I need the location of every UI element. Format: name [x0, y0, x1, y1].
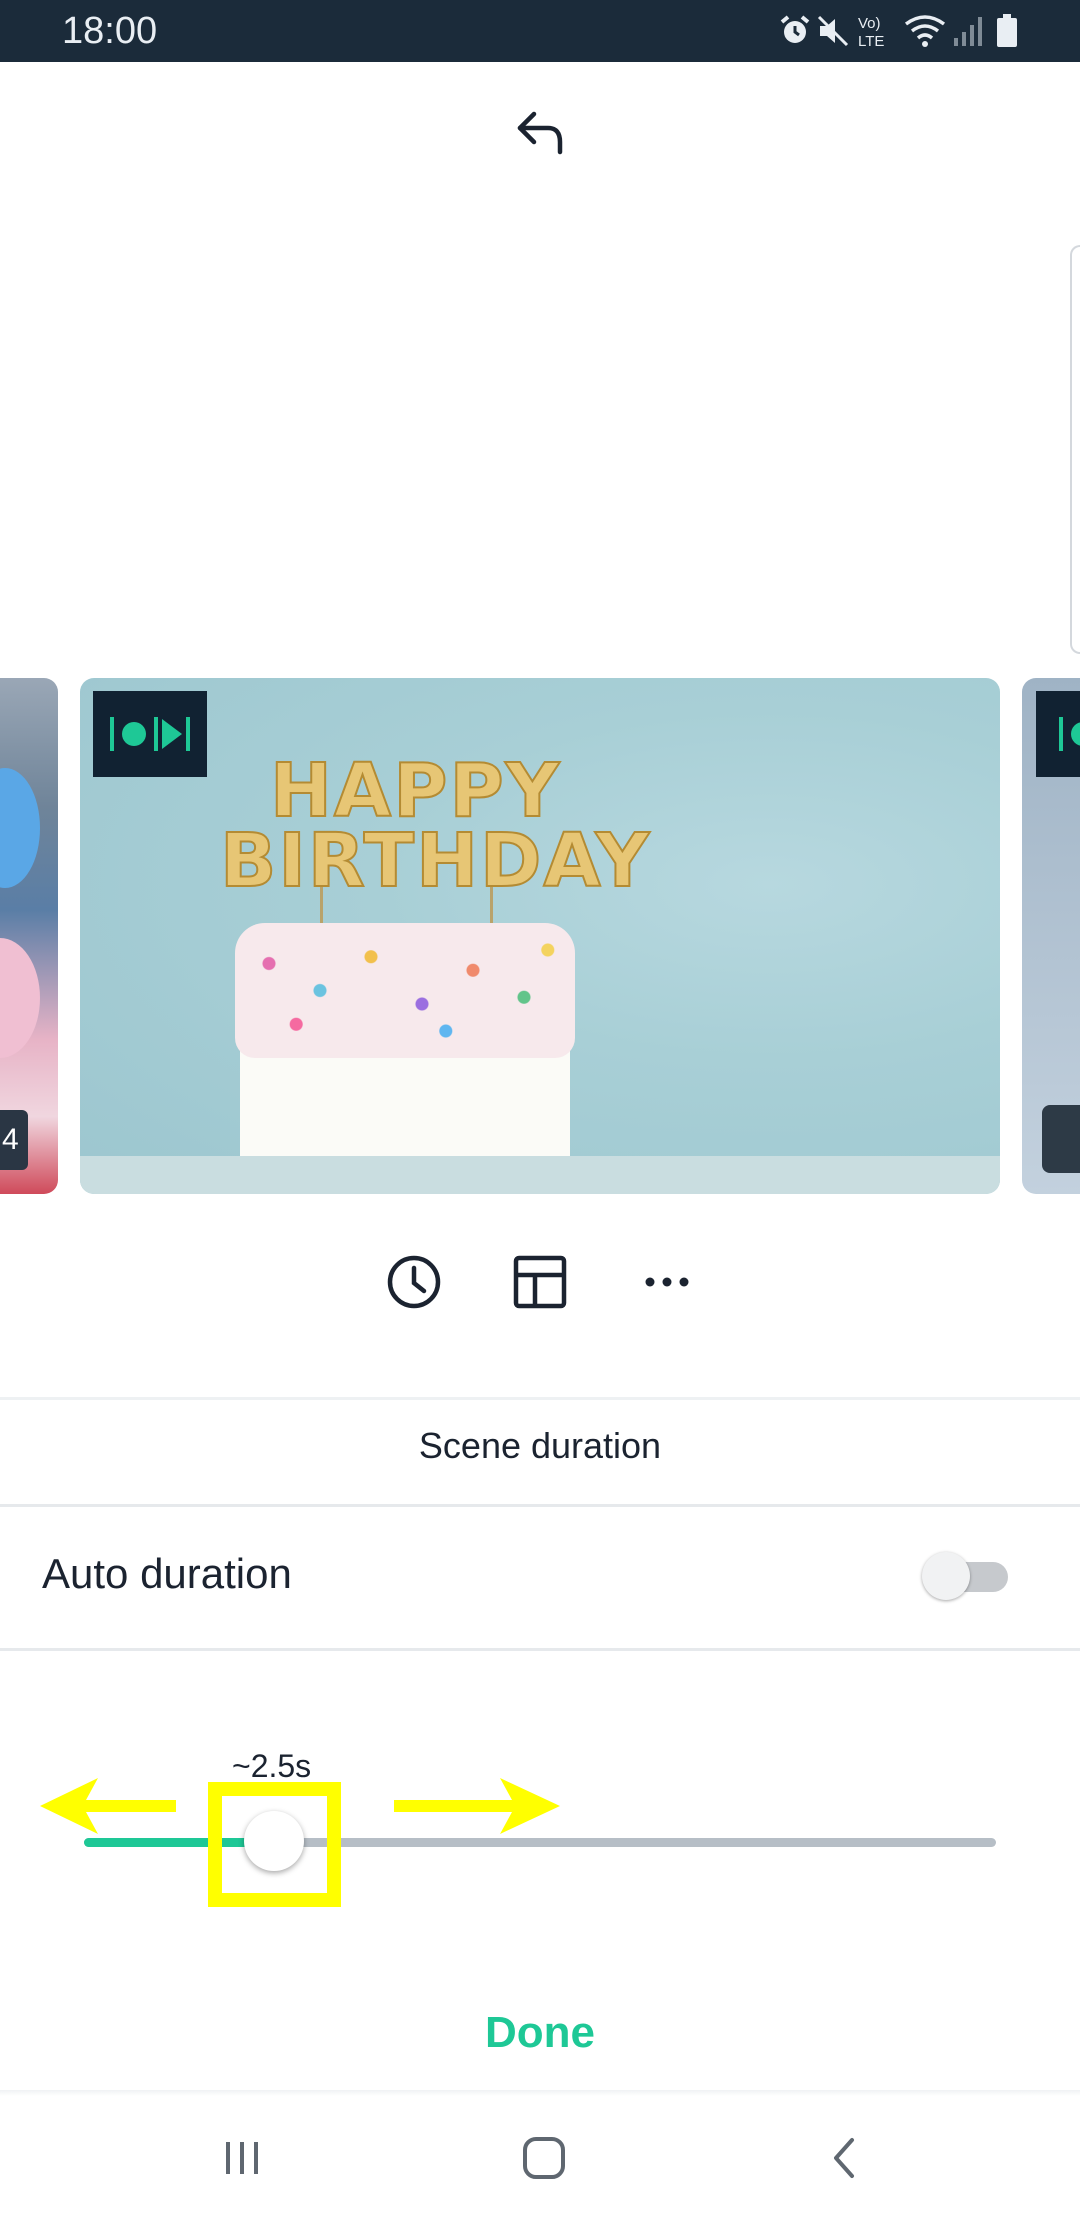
volte-icon: Vo) LTE [856, 10, 896, 50]
birthday-text: BIRTHDAY [219, 817, 652, 905]
layout-icon [513, 1255, 567, 1309]
auto-duration-toggle[interactable] [922, 1552, 1008, 1600]
home-icon [523, 2137, 565, 2179]
divider [0, 1504, 1080, 1507]
duration-button[interactable] [382, 1250, 446, 1314]
recents-button[interactable] [202, 2126, 282, 2190]
more-options-button[interactable] [635, 1250, 699, 1314]
signal-icon [952, 14, 984, 50]
slider-value-label: ~2.5s [232, 1748, 312, 1784]
undo-button[interactable] [508, 100, 572, 164]
divider [0, 1648, 1080, 1651]
svg-text:Vo): Vo) [858, 15, 881, 32]
video-clip-icon [93, 691, 207, 777]
scene-thumbnail-current[interactable]: HAPPY BIRTHDAY [80, 678, 1000, 1194]
back-button[interactable] [806, 2126, 886, 2190]
highlight-box [208, 1782, 341, 1907]
video-clip-icon [1036, 691, 1080, 777]
right-arrow-icon [392, 1778, 560, 1839]
svg-text:LTE: LTE [858, 33, 884, 50]
alarm-icon [778, 14, 812, 50]
battery-icon [996, 14, 1018, 50]
undo-icon [517, 111, 563, 155]
more-icon [645, 1277, 689, 1287]
clock-icon [387, 1255, 441, 1309]
panel-title: Scene duration [418, 1425, 662, 1466]
recents-icon [226, 2142, 258, 2174]
home-button[interactable] [504, 2126, 584, 2190]
layout-button[interactable] [508, 1250, 572, 1314]
edge-panel-handle[interactable] [1070, 245, 1080, 654]
status-time: 18:00 [62, 10, 158, 52]
scene-number-badge [1042, 1105, 1080, 1173]
back-icon [834, 2138, 854, 2178]
panel-divider [0, 1397, 1080, 1400]
auto-duration-label: Auto duration [42, 1550, 292, 1597]
scene-number-badge: 4 [0, 1110, 28, 1170]
left-arrow-icon [40, 1778, 180, 1839]
wifi-icon [904, 14, 946, 50]
done-button[interactable]: Done [0, 2008, 1080, 2058]
mute-icon [816, 14, 850, 50]
